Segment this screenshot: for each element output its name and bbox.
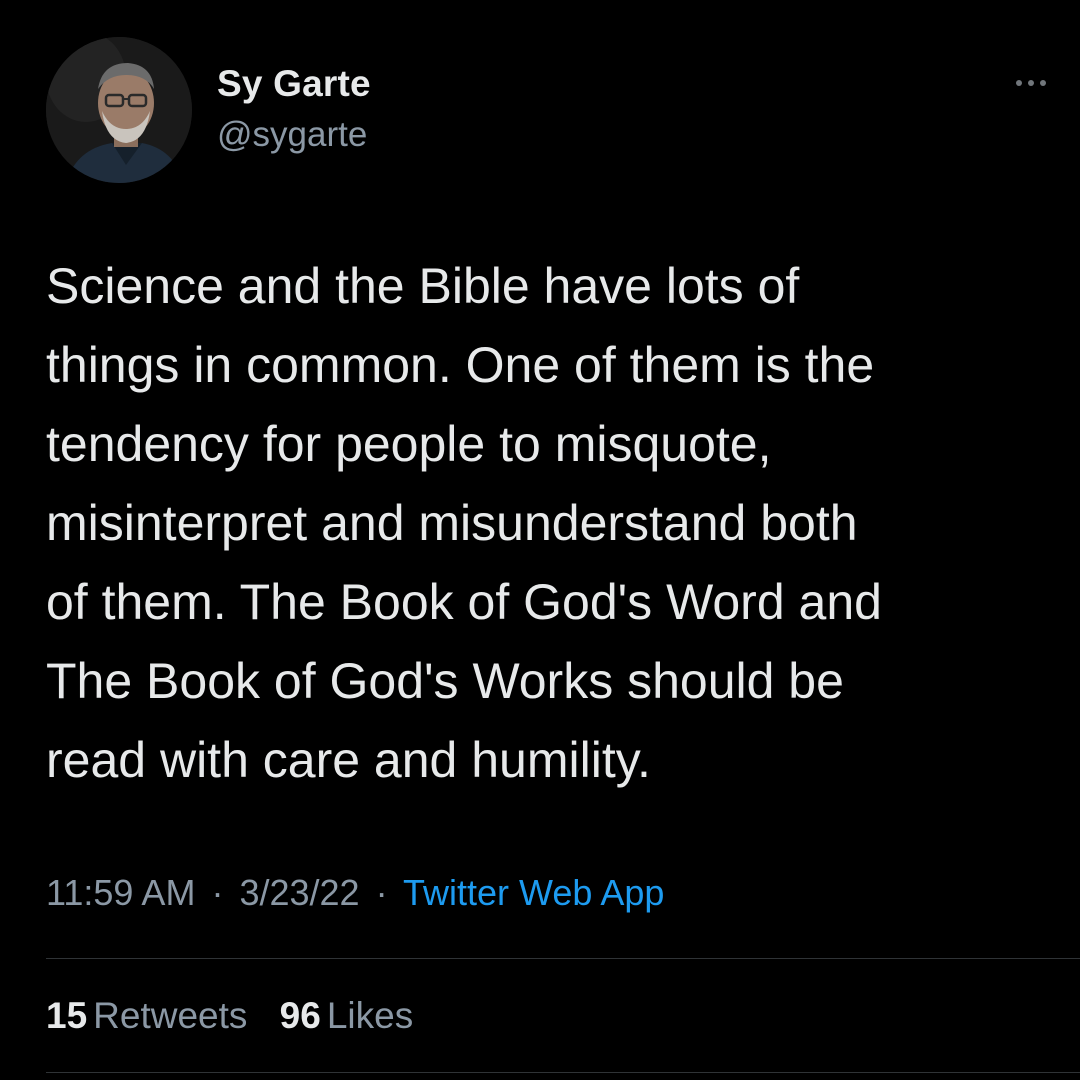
likes-label: Likes <box>326 995 414 1036</box>
more-options-button[interactable] <box>1013 72 1049 92</box>
tweet-text: Science and the Bible have lots of thing… <box>46 258 882 788</box>
more-options-icon <box>1040 80 1046 86</box>
tweet-card: Sy Garte @sygarte Science and the Bible … <box>0 0 1080 1080</box>
likes-stat[interactable]: 96 Likes <box>280 995 414 1037</box>
more-options-icon <box>1028 80 1034 86</box>
tweet-time[interactable]: 11:59 AM <box>46 872 195 913</box>
retweets-label: Retweets <box>93 995 248 1036</box>
divider <box>46 958 1080 959</box>
tweet-source-link[interactable]: Twitter Web App <box>403 872 664 913</box>
tweet-stats: 15 Retweets 96 Likes <box>46 995 435 1037</box>
author-handle[interactable]: @sygarte <box>217 115 367 155</box>
meta-separator: · <box>211 872 224 913</box>
avatar[interactable] <box>46 37 192 183</box>
retweets-count: 15 <box>46 995 88 1036</box>
more-options-icon <box>1016 80 1022 86</box>
avatar-portrait <box>46 37 192 183</box>
tweet-metadata: 11:59 AM · 3/23/22 · Twitter Web App <box>46 872 664 914</box>
meta-separator: · <box>375 872 388 913</box>
divider <box>46 1072 1080 1073</box>
retweets-stat[interactable]: 15 Retweets <box>46 995 247 1037</box>
likes-count: 96 <box>279 995 321 1036</box>
author-display-name[interactable]: Sy Garte <box>217 63 371 105</box>
tweet-date[interactable]: 3/23/22 <box>239 872 359 913</box>
